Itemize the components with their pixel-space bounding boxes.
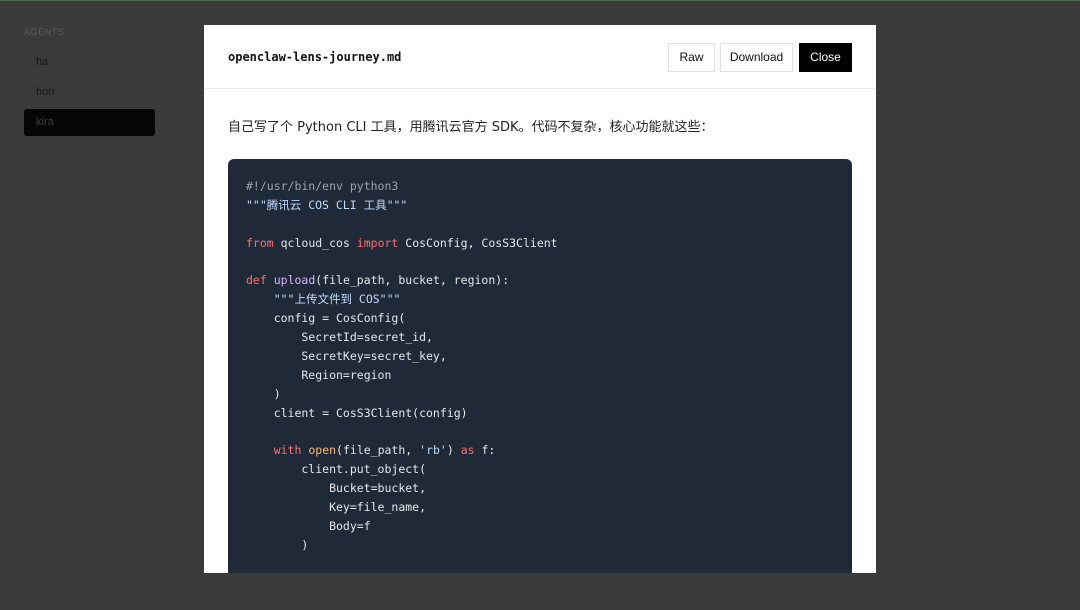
code-line: ) [246, 385, 852, 404]
raw-button[interactable]: Raw [668, 43, 715, 72]
code-token: (file_path, [336, 443, 420, 458]
sidebar-item-label: kira [36, 116, 54, 128]
code-token: 'rb' [419, 443, 447, 458]
intro-paragraph: 自己写了个 Python CLI 工具，用腾讯云官方 SDK。代码不复杂，核心功… [228, 120, 714, 135]
code-token: CosConfig, CosS3Client [398, 235, 558, 250]
code-token: ) [446, 443, 461, 458]
code-line: SecretKey=secret_key, [246, 347, 852, 366]
code-line: client.put_object( [246, 460, 852, 479]
code-line: with open(file_path, 'rb') as f: [246, 441, 852, 460]
code-line: """上传文件到 COS""" [246, 290, 852, 309]
code-token: with [273, 443, 302, 458]
file-preview-modal: openclaw-lens-journey.md Raw Download Cl… [204, 25, 876, 573]
code-line: Region=region [246, 366, 852, 385]
code-line: client = CosS3Client(config) [246, 404, 852, 423]
code-token: (file_path, bucket, region): [315, 273, 510, 288]
code-token: as [460, 443, 475, 458]
sidebar-item-ha[interactable]: ha [24, 49, 155, 76]
code-token: ) [246, 386, 281, 401]
code-token: SecretKey=secret_key, [246, 349, 447, 364]
code-token: Bucket=bucket, [246, 481, 427, 496]
sidebar-item-kira[interactable]: kira [24, 109, 155, 136]
code-line: from qcloud_cos import CosConfig, CosS3C… [246, 234, 852, 253]
code-line: ) [246, 536, 852, 555]
code-token: from [246, 235, 274, 250]
code-token: upload [273, 273, 316, 288]
code-line: Bucket=bucket, [246, 479, 852, 498]
code-line: config = CosConfig( [246, 309, 852, 328]
code-line: SecretId=secret_id, [246, 328, 852, 347]
code-token: open [308, 443, 337, 458]
code-line: Body=f [246, 517, 852, 536]
code-token: Region=region [246, 367, 392, 382]
sidebar: AGENTS ha hon kira [0, 0, 204, 610]
code-token: """腾讯云 COS CLI 工具""" [246, 197, 408, 212]
code-token: f: [474, 443, 496, 458]
code-line: def upload(file_path, bucket, region): [246, 271, 852, 290]
code-line: Key=file_name, [246, 498, 852, 517]
download-button[interactable]: Download [720, 43, 793, 72]
overlay-backdrop[interactable] [0, 573, 1080, 610]
sidebar-heading: AGENTS [24, 27, 65, 37]
code-token: Body=f [246, 519, 371, 534]
code-line: #!/usr/bin/env python3 [246, 177, 852, 196]
modal-header: openclaw-lens-journey.md Raw Download Cl… [204, 25, 876, 89]
code-token: Key=file_name, [246, 500, 427, 515]
code-token: """上传文件到 COS""" [273, 292, 401, 307]
code-token: config = CosConfig( [246, 311, 406, 326]
code-token: qcloud_cos [273, 235, 357, 250]
code-block[interactable]: #!/usr/bin/env python3 """腾讯云 COS CLI 工具"… [228, 159, 852, 573]
code-token: import [356, 235, 399, 250]
code-token: client = CosS3Client(config) [246, 405, 468, 420]
code-line: """腾讯云 COS CLI 工具""" [246, 196, 852, 215]
code-token: SecretId=secret_id, [246, 330, 433, 345]
sidebar-item-label: hon [36, 86, 55, 98]
code-token: client.put_object( [246, 462, 427, 477]
sidebar-item-label: ha [36, 56, 49, 68]
close-button[interactable]: Close [799, 43, 852, 72]
file-name: openclaw-lens-journey.md [228, 50, 402, 64]
code-token: #!/usr/bin/env python3 [246, 179, 399, 193]
code-token: ) [246, 537, 309, 552]
sidebar-item-hon[interactable]: hon [24, 79, 155, 106]
code-token: def [246, 273, 267, 288]
